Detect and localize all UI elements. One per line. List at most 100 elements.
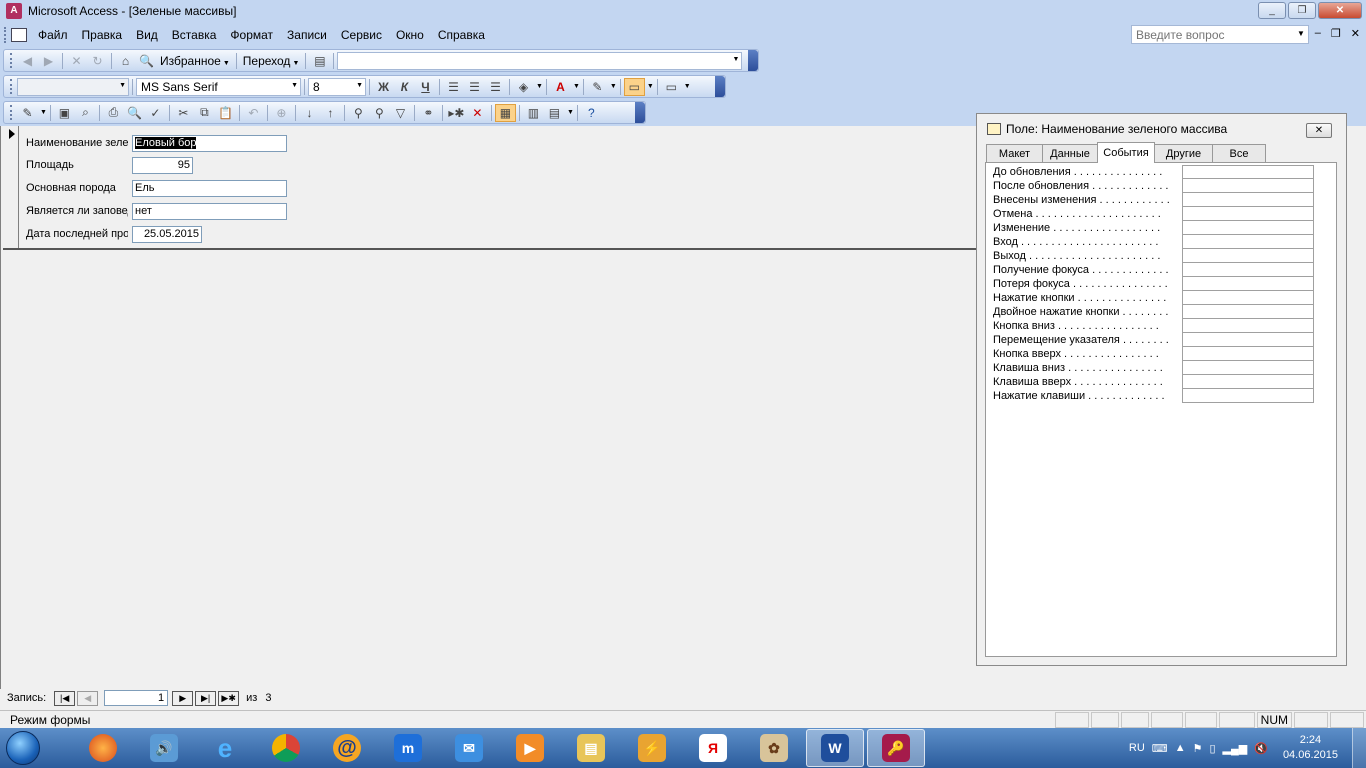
taskbar-mail-agent[interactable]: @ (318, 729, 376, 767)
toolbar-grip[interactable] (10, 53, 13, 68)
go-menu[interactable]: Переход ▼ (240, 54, 303, 68)
delete-record-icon[interactable]: ✕ (467, 104, 488, 122)
chevron-down-icon[interactable]: ▼ (573, 83, 580, 90)
save-icon[interactable]: ▣ (54, 104, 75, 122)
back-icon[interactable]: ◀ (17, 52, 38, 70)
view-icon[interactable]: ✎ (17, 104, 38, 122)
signal-icon[interactable]: ▂▄▆ (1223, 742, 1248, 755)
taskbar-mahjong[interactable]: ✿ (745, 729, 803, 767)
line-color-icon[interactable]: ✎ (587, 78, 608, 96)
forward-icon[interactable]: ▶ (38, 52, 59, 70)
battery-icon[interactable]: ▯ (1209, 742, 1215, 755)
property-row-exit[interactable]: Выход . . . . . . . . . . . . . . . . . … (993, 249, 1323, 263)
address-combo[interactable]: ▼ (337, 51, 743, 70)
properties-icon[interactable]: ▦ (494, 103, 516, 122)
record-selector[interactable] (3, 126, 19, 248)
chevron-down-icon[interactable]: ▼ (567, 109, 574, 116)
property-row-change[interactable]: Изменение . . . . . . . . . . . . . . . … (993, 221, 1323, 235)
sort-ascending-icon[interactable]: ↓ (299, 104, 320, 122)
tab-events[interactable]: События (1097, 142, 1155, 163)
new-object-icon[interactable]: ▤ (544, 104, 565, 122)
toolbar-options-icon[interactable] (635, 102, 645, 123)
menu-file[interactable]: Файл (31, 28, 75, 42)
property-row-undo[interactable]: Отмена . . . . . . . . . . . . . . . . .… (993, 207, 1323, 221)
taskbar-mail[interactable]: ✉ (440, 729, 498, 767)
sort-descending-icon[interactable]: ↑ (320, 104, 341, 122)
taskbar-volume-app[interactable]: 🔊 (135, 729, 193, 767)
field-name[interactable]: Еловый бор (132, 135, 287, 152)
taskbar-ie[interactable]: e (196, 729, 254, 767)
show-hidden-icons-icon[interactable]: ▲ (1175, 742, 1186, 754)
menu-insert[interactable]: Вставка (165, 28, 224, 42)
print-preview-icon[interactable]: 🔍 (124, 104, 145, 122)
property-row-dirty[interactable]: Внесены изменения . . . . . . . . . . . … (993, 193, 1323, 207)
help-icon[interactable]: ? (581, 104, 602, 122)
access-icon[interactable]: A (6, 3, 22, 19)
property-row-key-down[interactable]: Клавиша вниз . . . . . . . . . . . . . .… (993, 361, 1323, 375)
last-record-button[interactable]: ▶| (195, 690, 217, 706)
menu-format[interactable]: Формат (223, 28, 280, 42)
font-size-combo[interactable]: 8 ▼ (308, 77, 366, 96)
property-row-before-update[interactable]: До обновления . . . . . . . . . . . . . … (993, 165, 1323, 179)
doc-close-button[interactable]: ✕ (1351, 27, 1360, 40)
paste-icon[interactable]: 📋 (215, 104, 236, 122)
tab-all[interactable]: Все (1212, 144, 1266, 163)
tab-other[interactable]: Другие (1154, 144, 1213, 163)
property-row-mouse-up[interactable]: Кнопка вверх . . . . . . . . . . . . . .… (993, 347, 1323, 361)
property-row-mouse-move[interactable]: Перемещение указателя . . . . . . . . (993, 333, 1323, 347)
database-window-icon[interactable]: ▥ (523, 104, 544, 122)
taskbar-maxthon[interactable]: m (379, 729, 437, 767)
field-main-species[interactable]: Ель (132, 180, 287, 197)
line-width-icon[interactable]: ▭ (623, 77, 645, 96)
apply-filter-icon[interactable]: ▽ (390, 104, 411, 122)
field-last-check-date[interactable]: 25.05.2015 (132, 226, 202, 243)
menu-help[interactable]: Справка (431, 28, 492, 42)
ask-dropdown-icon[interactable]: ▼ (1297, 29, 1305, 38)
tab-data[interactable]: Данные (1042, 144, 1098, 163)
menubar-grip[interactable] (4, 26, 7, 43)
record-number-input[interactable]: 1 (104, 690, 169, 706)
network-error-icon[interactable]: ⚑ (1193, 742, 1203, 755)
close-button[interactable]: ✕ (1318, 2, 1362, 19)
doc-minimize-button[interactable]: – (1315, 27, 1321, 40)
property-sheet-header[interactable]: Поле: Наименование зеленого массива (977, 114, 1346, 144)
field-area[interactable]: 95 (132, 157, 193, 174)
tab-layout[interactable]: Макет (986, 144, 1043, 163)
chevron-down-icon[interactable]: ▼ (684, 83, 691, 90)
align-left-icon[interactable]: ☰ (443, 78, 464, 96)
form-window-icon[interactable] (11, 27, 27, 42)
italic-button[interactable]: К (394, 78, 415, 96)
align-center-icon[interactable]: ☰ (464, 78, 485, 96)
property-row-lost-focus[interactable]: Потеря фокуса . . . . . . . . . . . . . … (993, 277, 1323, 291)
property-row-mouse-down[interactable]: Кнопка вниз . . . . . . . . . . . . . . … (993, 319, 1323, 333)
language-indicator[interactable]: RU (1129, 742, 1145, 754)
chevron-down-icon[interactable]: ▼ (536, 83, 543, 90)
home-icon[interactable]: ⌂ (115, 52, 136, 70)
menu-tools[interactable]: Сервис (334, 28, 389, 42)
chevron-down-icon[interactable]: ▼ (610, 83, 617, 90)
filter-by-selection-icon[interactable]: ⚲ (348, 104, 369, 122)
ask-question-input[interactable] (1131, 25, 1309, 44)
copy-icon[interactable]: ⧉ (194, 104, 215, 122)
property-row-enter[interactable]: Вход . . . . . . . . . . . . . . . . . .… (993, 235, 1323, 249)
print-icon[interactable]: ⎙ (103, 104, 124, 122)
font-color-icon[interactable]: A (550, 78, 571, 96)
restore-button[interactable]: ❐ (1288, 2, 1316, 19)
toolbar-grip[interactable] (10, 79, 13, 94)
taskbar-word[interactable]: W (806, 729, 864, 767)
show-desktop-button[interactable] (1352, 728, 1366, 768)
cut-icon[interactable]: ✂ (173, 104, 194, 122)
menu-records[interactable]: Записи (280, 28, 334, 42)
first-record-button[interactable]: |◀ (54, 690, 76, 706)
chevron-down-icon[interactable]: ▼ (647, 83, 654, 90)
toolbar-options-icon[interactable] (715, 76, 725, 97)
search-web-icon[interactable]: 🔍 (136, 52, 157, 70)
menu-view[interactable]: Вид (129, 28, 165, 42)
toolbar-grip[interactable] (10, 105, 13, 120)
new-record-icon[interactable]: ▸✱ (446, 104, 467, 122)
taskbar-chrome[interactable] (257, 729, 315, 767)
taskbar-explorer[interactable]: ▤ (562, 729, 620, 767)
property-sheet-close-button[interactable]: ✕ (1306, 123, 1332, 138)
filter-by-form-icon[interactable]: ⚲ (369, 104, 390, 122)
toolbar-options-icon[interactable] (748, 50, 758, 71)
